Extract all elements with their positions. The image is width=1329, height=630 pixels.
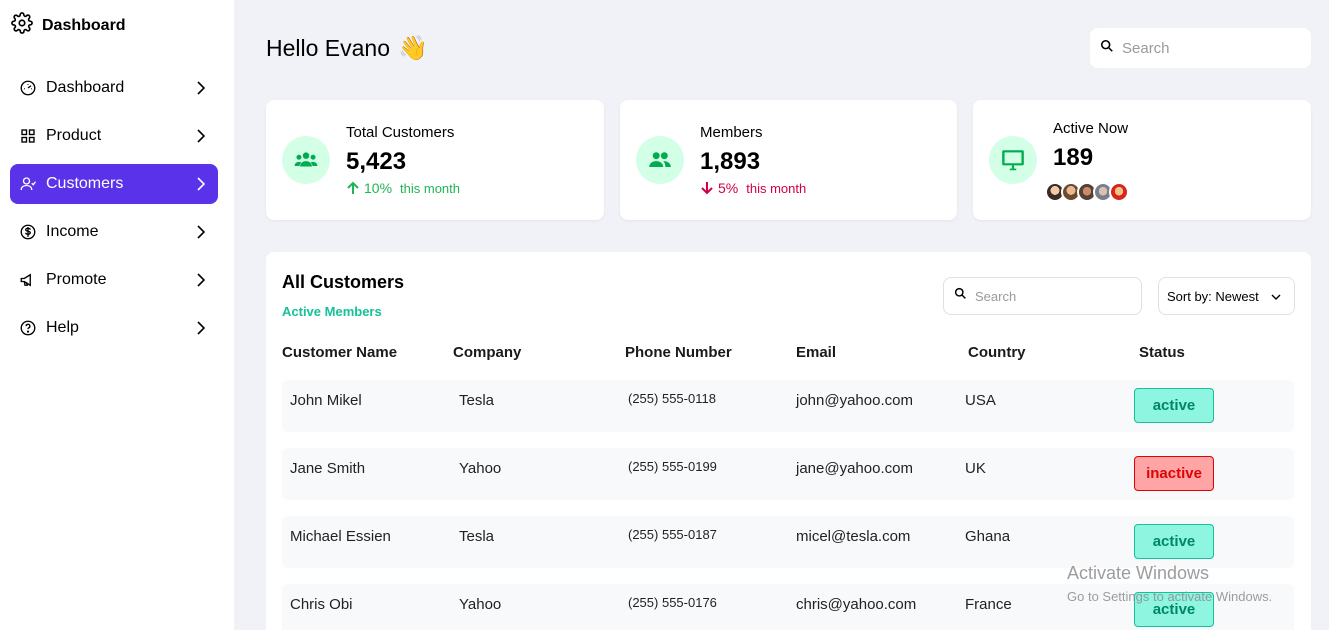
sort-label: Sort by: Newest xyxy=(1167,288,1259,304)
customers-panel: All Customers Active Members Sort by: Ne… xyxy=(266,252,1311,630)
stat-value: 189 xyxy=(1053,144,1094,171)
search-icon xyxy=(954,287,967,305)
cell-phone: (255) 555-0199 xyxy=(628,459,717,474)
cell-company: Tesla xyxy=(459,392,495,409)
table-row[interactable]: Chris Obi Yahoo (255) 555-0176 chris@yah… xyxy=(282,584,1294,630)
sidebar-item-product[interactable]: Product xyxy=(10,116,218,156)
stat-value: 1,893 xyxy=(700,148,761,175)
table-search-input[interactable] xyxy=(975,288,1125,304)
table-row[interactable]: John Mikel Tesla (255) 555-0118 john@yah… xyxy=(282,380,1294,432)
cell-email: jane@yahoo.com xyxy=(796,460,913,477)
stat-card-members: Members 1,893 5% this month xyxy=(620,100,957,220)
stat-label: Active Now xyxy=(1053,120,1129,137)
stat-label: Total Customers xyxy=(346,124,455,141)
sidebar-item-label: Customers xyxy=(46,175,124,192)
stat-label: Members xyxy=(700,124,763,141)
stat-trend: 5% this month xyxy=(700,180,806,196)
sidebar: Dashboard Dashboard Product Customers In… xyxy=(0,0,234,630)
sidebar-item-label: Dashboard xyxy=(46,79,125,96)
column-header-phone[interactable]: Phone Number xyxy=(625,344,732,361)
grid-icon xyxy=(19,127,37,145)
arrow-down-icon xyxy=(701,182,713,195)
arrow-up-icon xyxy=(347,181,359,194)
cell-country: UK xyxy=(965,460,986,477)
sidebar-item-income[interactable]: Income xyxy=(10,212,218,252)
cell-country: Ghana xyxy=(965,528,1011,545)
table-row[interactable]: Michael Essien Tesla (255) 555-0187 mice… xyxy=(282,516,1294,568)
brand-label: Dashboard xyxy=(42,16,126,34)
cell-name: John Mikel xyxy=(290,392,362,409)
table-search[interactable] xyxy=(943,277,1142,315)
cell-country: France xyxy=(965,596,1012,613)
page-title: Hello Evano 👋 xyxy=(266,34,428,63)
column-header-status[interactable]: Status xyxy=(1139,344,1185,361)
status-badge: active xyxy=(1134,524,1214,559)
status-badge: active xyxy=(1134,388,1214,423)
column-header-country[interactable]: Country xyxy=(968,344,1026,361)
help-circle-icon xyxy=(19,319,37,337)
panel-title: All Customers xyxy=(282,272,405,292)
column-header-company[interactable]: Company xyxy=(453,344,521,361)
column-header-email[interactable]: Email xyxy=(796,344,836,361)
chevron-right-icon xyxy=(197,129,206,143)
cell-email: chris@yahoo.com xyxy=(796,596,917,613)
active-users-avatars xyxy=(1045,182,1129,202)
search-icon xyxy=(1100,39,1114,58)
chevron-right-icon xyxy=(197,225,206,239)
cell-name: Jane Smith xyxy=(290,460,366,477)
cell-phone: (255) 555-0176 xyxy=(628,595,717,610)
cell-phone: (255) 555-0187 xyxy=(628,527,717,542)
cell-name: Michael Essien xyxy=(290,528,391,545)
cell-name: Chris Obi xyxy=(290,596,353,613)
sidebar-item-label: Promote xyxy=(46,271,107,288)
avatar xyxy=(1109,182,1129,202)
user-icon xyxy=(19,175,37,193)
users-group-icon xyxy=(282,136,330,184)
panel-subtitle[interactable]: Active Members xyxy=(282,304,382,319)
trend-period: this month xyxy=(746,180,807,196)
sidebar-item-label: Income xyxy=(46,223,99,240)
waving-hand-icon: 👋 xyxy=(398,35,428,62)
stat-card-total-customers: Total Customers 5,423 10% this month xyxy=(266,100,604,220)
megaphone-icon xyxy=(19,271,37,289)
status-badge: inactive xyxy=(1134,456,1214,491)
sidebar-item-promote[interactable]: Promote xyxy=(10,260,218,300)
chevron-right-icon xyxy=(197,177,206,191)
sidebar-item-label: Help xyxy=(46,319,79,336)
sidebar-item-dashboard[interactable]: Dashboard xyxy=(10,68,218,108)
table-row[interactable]: Jane Smith Yahoo (255) 555-0199 jane@yah… xyxy=(282,448,1294,500)
status-badge: active xyxy=(1134,592,1214,627)
cell-country: USA xyxy=(965,392,996,409)
stat-card-active-now: Active Now 189 xyxy=(973,100,1311,220)
trend-value: 10% xyxy=(364,180,393,196)
sort-dropdown[interactable]: Sort by: Newest xyxy=(1158,277,1295,315)
cell-email: john@yahoo.com xyxy=(796,392,913,409)
trend-period: this month xyxy=(400,180,461,196)
sidebar-item-label: Product xyxy=(46,127,102,144)
greeting-text: Hello Evano xyxy=(266,35,391,61)
cell-company: Yahoo xyxy=(459,460,502,477)
sidebar-item-customers[interactable]: Customers xyxy=(10,164,218,204)
sidebar-item-help[interactable]: Help xyxy=(10,308,218,348)
chevron-right-icon xyxy=(197,81,206,95)
chevron-down-icon xyxy=(1271,294,1281,300)
brand[interactable]: Dashboard xyxy=(11,12,126,39)
chevron-right-icon xyxy=(197,273,206,287)
search-input[interactable] xyxy=(1122,39,1292,57)
top-search[interactable] xyxy=(1090,28,1311,68)
monitor-icon xyxy=(989,136,1037,184)
stat-trend: 10% this month xyxy=(346,180,460,196)
cell-company: Yahoo xyxy=(459,596,502,613)
cell-phone: (255) 555-0118 xyxy=(628,391,716,406)
column-header-name[interactable]: Customer Name xyxy=(282,344,397,361)
cell-email: micel@tesla.com xyxy=(796,528,911,545)
users-icon xyxy=(636,136,684,184)
cell-company: Tesla xyxy=(459,528,495,545)
gear-icon xyxy=(11,12,33,39)
stat-value: 5,423 xyxy=(346,148,407,175)
trend-value: 5% xyxy=(718,180,739,196)
speedometer-icon xyxy=(19,79,37,97)
chevron-right-icon xyxy=(197,321,206,335)
dollar-circle-icon xyxy=(19,223,37,241)
